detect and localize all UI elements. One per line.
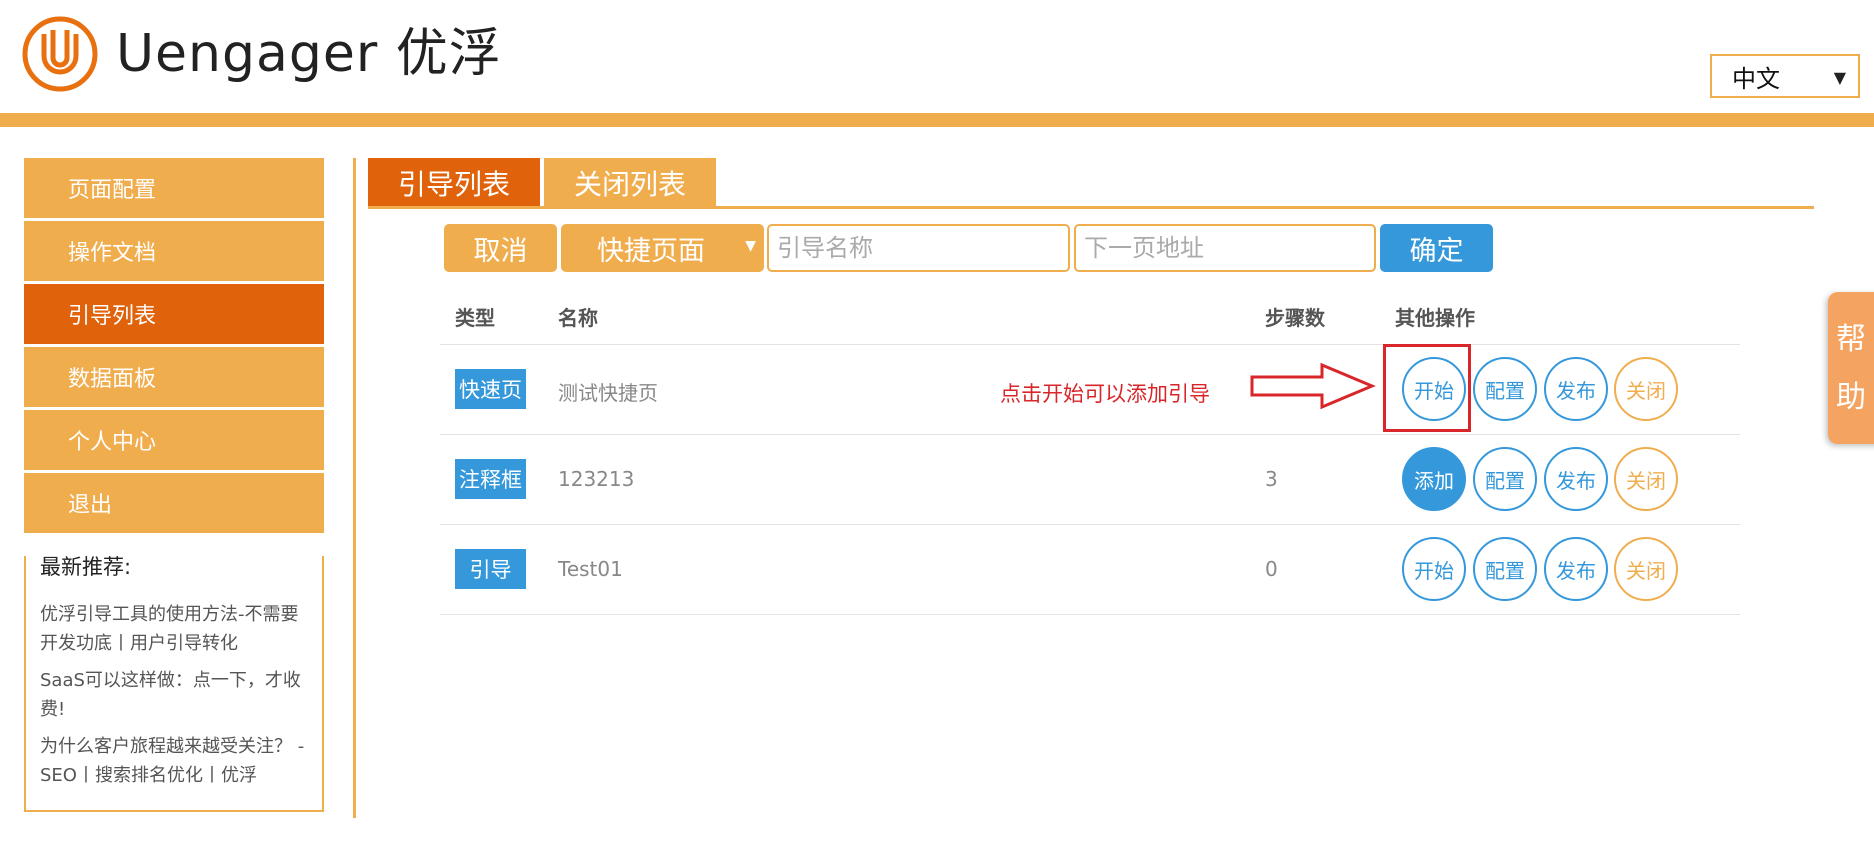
- step-count: 3: [1265, 467, 1278, 491]
- content-divider: [353, 158, 356, 818]
- type-badge: 引导: [455, 549, 526, 589]
- annotation-highlight-box: [1383, 344, 1471, 432]
- close-button[interactable]: 关闭: [1614, 447, 1678, 511]
- add-button[interactable]: 添加: [1402, 447, 1466, 511]
- page-type-select[interactable]: 快捷页面 ▼: [561, 224, 764, 272]
- column-header-steps: 步骤数: [1265, 306, 1325, 330]
- tab-guide-list[interactable]: 引导列表: [368, 158, 540, 208]
- next-page-url-input[interactable]: [1074, 224, 1376, 272]
- guide-name: 123213: [558, 467, 635, 491]
- chevron-down-icon: ▼: [745, 238, 756, 254]
- step-count: 0: [1265, 557, 1278, 581]
- sidebar-item-label: 引导列表: [68, 304, 157, 329]
- recommend-link[interactable]: 优浮引导工具的使用方法-不需要开发功底丨用户引导转化: [40, 600, 308, 658]
- sidebar-item-label: 个人中心: [68, 430, 157, 455]
- sidebar-item-logout[interactable]: 退出: [24, 473, 324, 533]
- sidebar-item-dashboard[interactable]: 数据面板: [24, 347, 324, 407]
- recommend-title: 最新推荐:: [40, 555, 132, 579]
- chevron-down-icon: ▼: [1833, 68, 1846, 87]
- recommend-link[interactable]: SaaS可以这样做：点一下，才收费!: [40, 666, 308, 724]
- column-header-ops: 其他操作: [1395, 306, 1475, 330]
- row-divider: [440, 614, 1740, 615]
- sidebar-item-label: 数据面板: [68, 367, 157, 392]
- recommend-link[interactable]: 为什么客户旅程越来越受关注？ - SEO丨搜索排名优化丨优浮: [40, 732, 308, 790]
- config-button[interactable]: 配置: [1473, 447, 1537, 511]
- page-type-select-value: 快捷页面: [597, 235, 705, 267]
- guide-name: Test01: [558, 557, 623, 581]
- guide-name-input[interactable]: [767, 224, 1070, 272]
- close-button[interactable]: 关闭: [1614, 537, 1678, 601]
- guide-name: 测试快捷页: [558, 381, 658, 405]
- tab-closed-list[interactable]: 关闭列表: [544, 158, 716, 208]
- config-button[interactable]: 配置: [1473, 357, 1537, 421]
- sidebar-item-page-config[interactable]: 页面配置: [24, 158, 324, 218]
- row-divider: [440, 434, 1740, 435]
- cancel-button[interactable]: 取消: [444, 224, 557, 272]
- sidebar-item-label: 操作文档: [68, 241, 157, 266]
- sidebar-item-label: 退出: [68, 493, 113, 518]
- recommend-panel: 最新推荐: 优浮引导工具的使用方法-不需要开发功底丨用户引导转化 SaaS可以这…: [24, 556, 324, 812]
- publish-button[interactable]: 发布: [1544, 447, 1608, 511]
- type-badge: 注释框: [455, 459, 526, 499]
- sidebar-item-profile[interactable]: 个人中心: [24, 410, 324, 470]
- type-badge: 快速页: [455, 369, 526, 409]
- language-select-value: 中文: [1732, 64, 1780, 93]
- row-divider: [440, 524, 1740, 525]
- help-char: 助: [1836, 380, 1866, 415]
- publish-button[interactable]: 发布: [1544, 537, 1608, 601]
- confirm-button[interactable]: 确定: [1380, 224, 1493, 272]
- header-bar: [0, 113, 1874, 127]
- publish-button[interactable]: 发布: [1544, 357, 1608, 421]
- language-select[interactable]: 中文 ▼: [1710, 54, 1860, 98]
- tabs-underline: [368, 206, 1814, 209]
- brand-name: Uengager 优浮: [116, 24, 502, 84]
- close-button[interactable]: 关闭: [1614, 357, 1678, 421]
- sidebar-item-docs[interactable]: 操作文档: [24, 221, 324, 281]
- annotation-text: 点击开始可以添加引导: [1000, 382, 1210, 406]
- column-header-name: 名称: [558, 306, 598, 330]
- uengager-logo-icon: [22, 16, 98, 92]
- sidebar: 页面配置 操作文档 引导列表 数据面板 个人中心 退出: [24, 158, 324, 536]
- row-divider: [440, 344, 1740, 345]
- help-char: 帮: [1836, 322, 1866, 357]
- brand-logo[interactable]: Uengager 优浮: [22, 16, 502, 92]
- start-button[interactable]: 开始: [1402, 537, 1466, 601]
- sidebar-item-label: 页面配置: [68, 178, 157, 203]
- column-header-type: 类型: [455, 306, 495, 330]
- help-tab[interactable]: 帮 助: [1828, 292, 1874, 444]
- annotation-arrow-icon: [1250, 362, 1376, 410]
- sidebar-item-guide-list[interactable]: 引导列表: [24, 284, 324, 344]
- config-button[interactable]: 配置: [1473, 537, 1537, 601]
